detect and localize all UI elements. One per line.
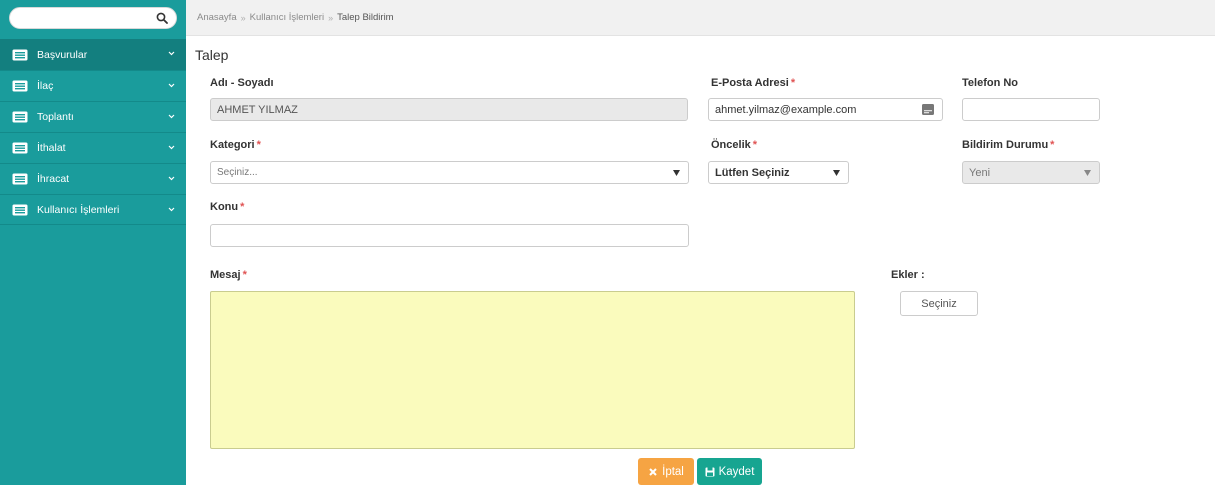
list-icon bbox=[12, 142, 28, 154]
breadcrumb-current: Talep Bildirim bbox=[337, 12, 394, 23]
save-icon bbox=[705, 467, 715, 476]
chevron-down-icon bbox=[168, 207, 175, 212]
dropdown-arrow-icon bbox=[673, 170, 680, 176]
dropdown-arrow-icon bbox=[833, 170, 840, 176]
page-title: Talep bbox=[195, 47, 229, 63]
sidebar-search-area bbox=[0, 0, 186, 36]
sidebar-item-toplanti[interactable]: Toplantı bbox=[0, 101, 186, 132]
category-selected: Seçiniz... bbox=[217, 167, 258, 178]
sidebar-item-label: İthalat bbox=[37, 142, 66, 154]
search-box[interactable] bbox=[9, 7, 177, 29]
chevron-down-icon bbox=[168, 83, 175, 88]
sidebar-item-label: Toplantı bbox=[37, 111, 74, 123]
priority-select[interactable]: Lütfen Seçiniz bbox=[708, 161, 849, 184]
select-attachment-button[interactable]: Seçiniz bbox=[900, 291, 978, 316]
dropdown-arrow-icon bbox=[1084, 170, 1091, 176]
category-select[interactable]: Seçiniz... bbox=[210, 161, 689, 184]
list-icon bbox=[12, 173, 28, 185]
main-content: Anasayfa » Kullanıcı İşlemleri » Talep B… bbox=[186, 0, 1215, 485]
cancel-button[interactable]: İptal bbox=[638, 458, 694, 485]
sidebar-item-ithalat[interactable]: İthalat bbox=[0, 132, 186, 163]
chevron-down-icon bbox=[168, 176, 175, 181]
subject-label: Konu * bbox=[210, 201, 245, 213]
sidebar-item-label: Kullanıcı İşlemleri bbox=[37, 203, 120, 216]
list-icon bbox=[12, 80, 28, 92]
category-label: Kategori * bbox=[210, 139, 261, 151]
close-icon bbox=[649, 467, 657, 476]
email-label: E-Posta Adresi * bbox=[711, 77, 796, 89]
save-button[interactable]: Kaydet bbox=[697, 458, 762, 485]
phone-input[interactable] bbox=[969, 99, 1093, 120]
email-input[interactable] bbox=[715, 99, 916, 120]
search-input[interactable] bbox=[10, 8, 176, 28]
sidebar: Başvurular İlaç Toplantı İthalat İhracat… bbox=[0, 0, 186, 485]
subject-field[interactable] bbox=[210, 224, 689, 247]
subject-input[interactable] bbox=[217, 225, 682, 246]
breadcrumb-separator-icon: » bbox=[240, 12, 246, 23]
message-textarea[interactable] bbox=[210, 291, 855, 449]
list-icon bbox=[12, 49, 28, 60]
list-icon bbox=[12, 111, 28, 123]
status-select: Yeni bbox=[962, 161, 1100, 184]
sidebar-item-label: İhracat bbox=[37, 173, 70, 185]
contact-card-icon[interactable] bbox=[922, 104, 934, 115]
sidebar-item-ilac[interactable]: İlaç bbox=[0, 70, 186, 101]
chevron-down-icon bbox=[168, 51, 175, 56]
sidebar-item-label: Başvurular bbox=[37, 48, 88, 61]
email-field[interactable] bbox=[708, 98, 943, 121]
message-label: Mesaj * bbox=[210, 269, 247, 281]
sidebar-item-kullanici-islemleri[interactable]: Kullanıcı İşlemleri bbox=[0, 194, 186, 225]
breadcrumb-users-link[interactable]: Kullanıcı İşlemleri bbox=[250, 12, 324, 23]
priority-selected: Lütfen Seçiniz bbox=[715, 166, 790, 179]
breadcrumb-separator-icon: » bbox=[328, 12, 334, 23]
sidebar-item-label: İlaç bbox=[37, 80, 54, 92]
name-value: AHMET YILMAZ bbox=[217, 103, 298, 116]
phone-field[interactable] bbox=[962, 98, 1100, 121]
cancel-label: İptal bbox=[662, 465, 684, 478]
breadcrumb-home-link[interactable]: Anasayfa bbox=[197, 12, 237, 23]
attachments-label: Ekler : bbox=[891, 269, 925, 281]
save-label: Kaydet bbox=[718, 465, 755, 478]
phone-label: Telefon No bbox=[962, 77, 1019, 89]
sidebar-item-ihracat[interactable]: İhracat bbox=[0, 163, 186, 194]
status-label: Bildirim Durumu * bbox=[962, 139, 1055, 151]
name-label: Adı - Soyadı bbox=[210, 77, 274, 89]
priority-label: Öncelik * bbox=[711, 139, 758, 151]
chevron-down-icon bbox=[168, 114, 175, 119]
name-field: AHMET YILMAZ bbox=[210, 98, 688, 121]
breadcrumb: Anasayfa » Kullanıcı İşlemleri » Talep B… bbox=[186, 0, 1215, 36]
chevron-down-icon bbox=[168, 145, 175, 150]
list-icon bbox=[12, 204, 28, 215]
search-icon[interactable] bbox=[156, 12, 168, 24]
sidebar-item-basvurular[interactable]: Başvurular bbox=[0, 39, 186, 70]
status-selected: Yeni bbox=[969, 166, 991, 179]
